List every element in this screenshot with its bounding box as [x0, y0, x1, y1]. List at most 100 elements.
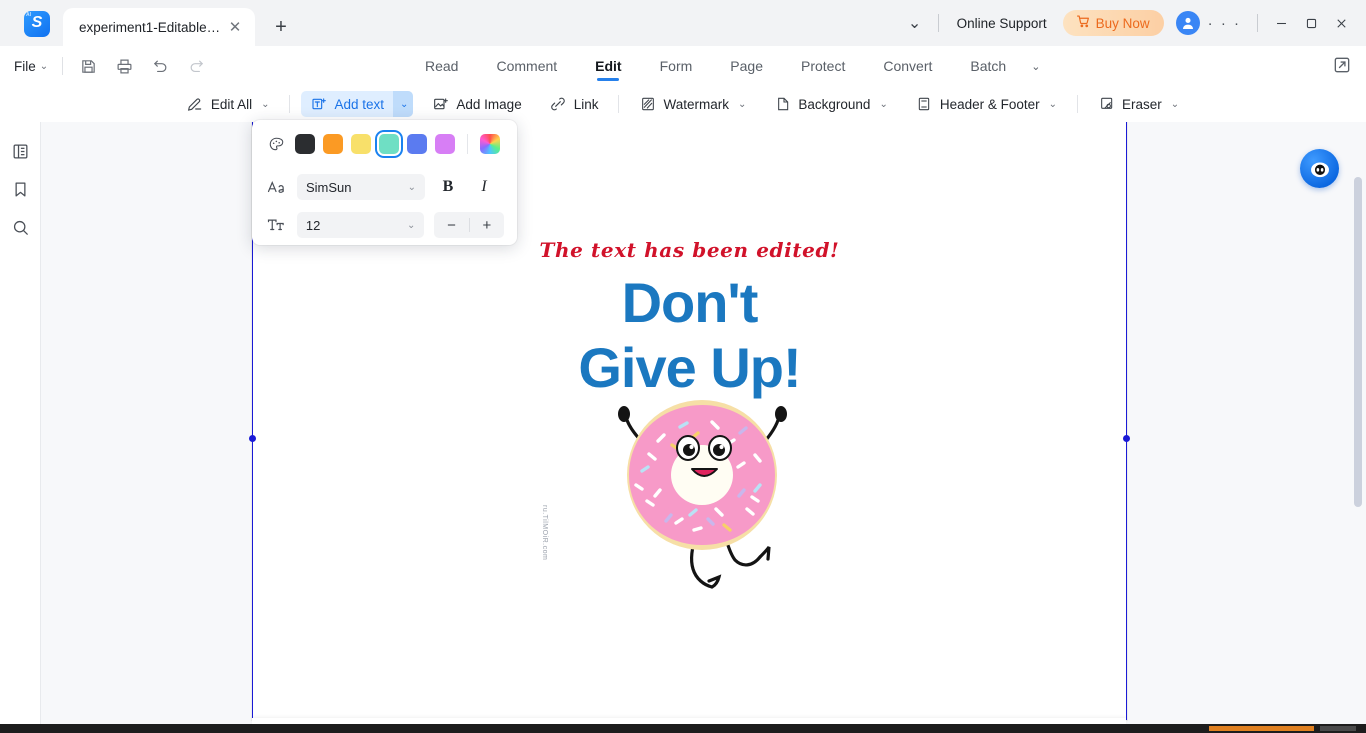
font-family-icon — [265, 179, 287, 195]
ai-assistant-button[interactable] — [1300, 149, 1339, 188]
thumbnails-icon[interactable] — [7, 138, 33, 164]
add-text-button[interactable]: Add text ⌄ — [301, 91, 414, 117]
color-swatch-black[interactable] — [295, 134, 315, 154]
chevron-down-icon: ⌄ — [39, 60, 49, 72]
tab-protect[interactable]: Protect — [782, 46, 864, 86]
chevron-down-icon[interactable]: ⌄ — [1025, 46, 1046, 86]
font-size-select[interactable]: 12 ⌄ — [296, 212, 425, 238]
link-button[interactable]: Link — [541, 91, 608, 117]
close-icon[interactable]: ✕ — [225, 17, 245, 37]
palette-icon[interactable] — [265, 136, 287, 153]
document-tab[interactable]: experiment1-Editable_1 * ✕ — [63, 8, 255, 46]
color-swatch-blue[interactable] — [407, 134, 427, 154]
font-size-decrease-button[interactable]: − — [434, 217, 468, 234]
new-tab-button[interactable]: + — [268, 14, 294, 40]
app-logo-ai-badge: AI — [26, 12, 31, 18]
headline-text[interactable]: Don't Give Up! — [252, 274, 1127, 396]
print-icon[interactable] — [113, 55, 135, 77]
chevron-down-icon: ⌄ — [406, 219, 416, 231]
font-size-value: 12 — [305, 217, 321, 233]
divider — [1257, 14, 1258, 32]
document-tab-title: experiment1-Editable_1 * — [79, 19, 225, 35]
chevron-down-icon[interactable]: ⌄ — [900, 8, 930, 38]
redo-icon[interactable] — [185, 55, 207, 77]
header-footer-icon — [916, 96, 933, 113]
header-footer-button[interactable]: Header & Footer ⌄ — [907, 91, 1066, 117]
undo-icon[interactable] — [149, 55, 171, 77]
watermark-button[interactable]: Watermark ⌄ — [630, 91, 755, 117]
tab-read[interactable]: Read — [406, 46, 477, 86]
taskbar-segment — [1320, 726, 1356, 731]
selection-handle-right[interactable] — [1123, 435, 1130, 442]
app-window: AI S experiment1-Editable_1 * ✕ + ⌄ Onli… — [0, 0, 1366, 733]
background-icon — [774, 96, 791, 113]
watermark-label: Watermark — [663, 96, 729, 112]
avatar[interactable] — [1175, 11, 1200, 35]
quick-access-toolbar — [77, 55, 207, 77]
app-logo-glyph: S — [31, 14, 43, 31]
font-family-value: SimSun — [306, 179, 352, 195]
chevron-down-icon: ⌄ — [400, 98, 409, 110]
chevron-down-icon: ⌄ — [407, 181, 416, 193]
background-button[interactable]: Background ⌄ — [765, 91, 896, 117]
divider — [1077, 95, 1079, 113]
vertical-scrollbar[interactable] — [1354, 122, 1364, 733]
file-menu-button[interactable]: File ⌄ — [14, 59, 48, 74]
font-family-select[interactable]: SimSun ⌄ — [297, 174, 425, 200]
color-swatch-purple[interactable] — [435, 134, 455, 154]
scrollbar-thumb[interactable] — [1354, 177, 1362, 507]
divider — [937, 14, 939, 32]
edit-all-button[interactable]: Edit All ⌄ — [178, 91, 279, 117]
chevron-down-icon: ⌄ — [1048, 98, 1058, 110]
tab-form[interactable]: Form — [641, 46, 712, 86]
bookmark-icon[interactable] — [7, 176, 33, 202]
close-window-button[interactable] — [1326, 8, 1356, 38]
selection-handle-left[interactable] — [249, 435, 256, 442]
selection-border-right[interactable] — [1126, 122, 1127, 720]
color-swatch-yellow[interactable] — [351, 134, 371, 154]
divider — [467, 134, 468, 154]
tab-convert[interactable]: Convert — [864, 46, 951, 86]
add-image-icon — [432, 96, 449, 113]
search-icon[interactable] — [7, 214, 33, 240]
tab-page[interactable]: Page — [711, 46, 782, 86]
chevron-down-icon: ⌄ — [1170, 98, 1180, 110]
chevron-down-icon: ⌄ — [261, 98, 270, 110]
color-swatch-teal-selected[interactable] — [379, 134, 399, 154]
add-text-dropdown[interactable]: ⌄ — [393, 91, 414, 117]
add-text-label: Add text — [334, 96, 385, 112]
titlebar-right-controls: ⌄ Online Support Buy Now · · · — [900, 0, 1366, 46]
color-swatch-orange[interactable] — [323, 134, 343, 154]
add-image-label: Add Image — [456, 96, 522, 112]
vertical-watermark-text: ru.TilMOiR.com — [541, 505, 548, 561]
headline-line-1: Don't — [621, 271, 759, 334]
left-sidebar — [0, 122, 41, 733]
menu-bar: File ⌄ Read Comment Edit Form Page Prote — [0, 46, 1366, 86]
expand-icon[interactable] — [1332, 55, 1354, 77]
save-icon[interactable] — [77, 55, 99, 77]
font-size-stepper: − + — [434, 212, 504, 238]
custom-color-picker[interactable] — [480, 134, 500, 154]
font-size-icon — [265, 217, 287, 233]
italic-button[interactable]: I — [471, 174, 497, 200]
online-support-link[interactable]: Online Support — [947, 16, 1057, 31]
more-options-icon[interactable]: · · · — [1200, 16, 1249, 31]
minimize-button[interactable] — [1266, 8, 1296, 38]
donut-illustration[interactable] — [592, 397, 812, 597]
tab-batch[interactable]: Batch — [951, 46, 1025, 86]
chevron-down-icon: ⌄ — [879, 98, 888, 110]
document-viewport[interactable]: The text has been edited! Don't Give Up!… — [41, 122, 1366, 733]
tab-comment[interactable]: Comment — [477, 46, 576, 86]
add-image-button[interactable]: Add Image — [423, 91, 530, 117]
font-size-row: 12 ⌄ − + — [252, 206, 517, 244]
eraser-button[interactable]: Eraser ⌄ — [1089, 91, 1188, 117]
maximize-restore-button[interactable] — [1296, 8, 1326, 38]
cart-icon — [1076, 15, 1090, 31]
tab-edit[interactable]: Edit — [576, 46, 640, 86]
font-size-increase-button[interactable]: + — [470, 217, 504, 234]
bold-button[interactable]: B — [435, 174, 461, 200]
buy-now-button[interactable]: Buy Now — [1062, 10, 1164, 36]
title-bar: AI S experiment1-Editable_1 * ✕ + ⌄ Onli… — [0, 0, 1366, 46]
buy-now-label: Buy Now — [1095, 15, 1150, 31]
divider — [62, 57, 64, 75]
